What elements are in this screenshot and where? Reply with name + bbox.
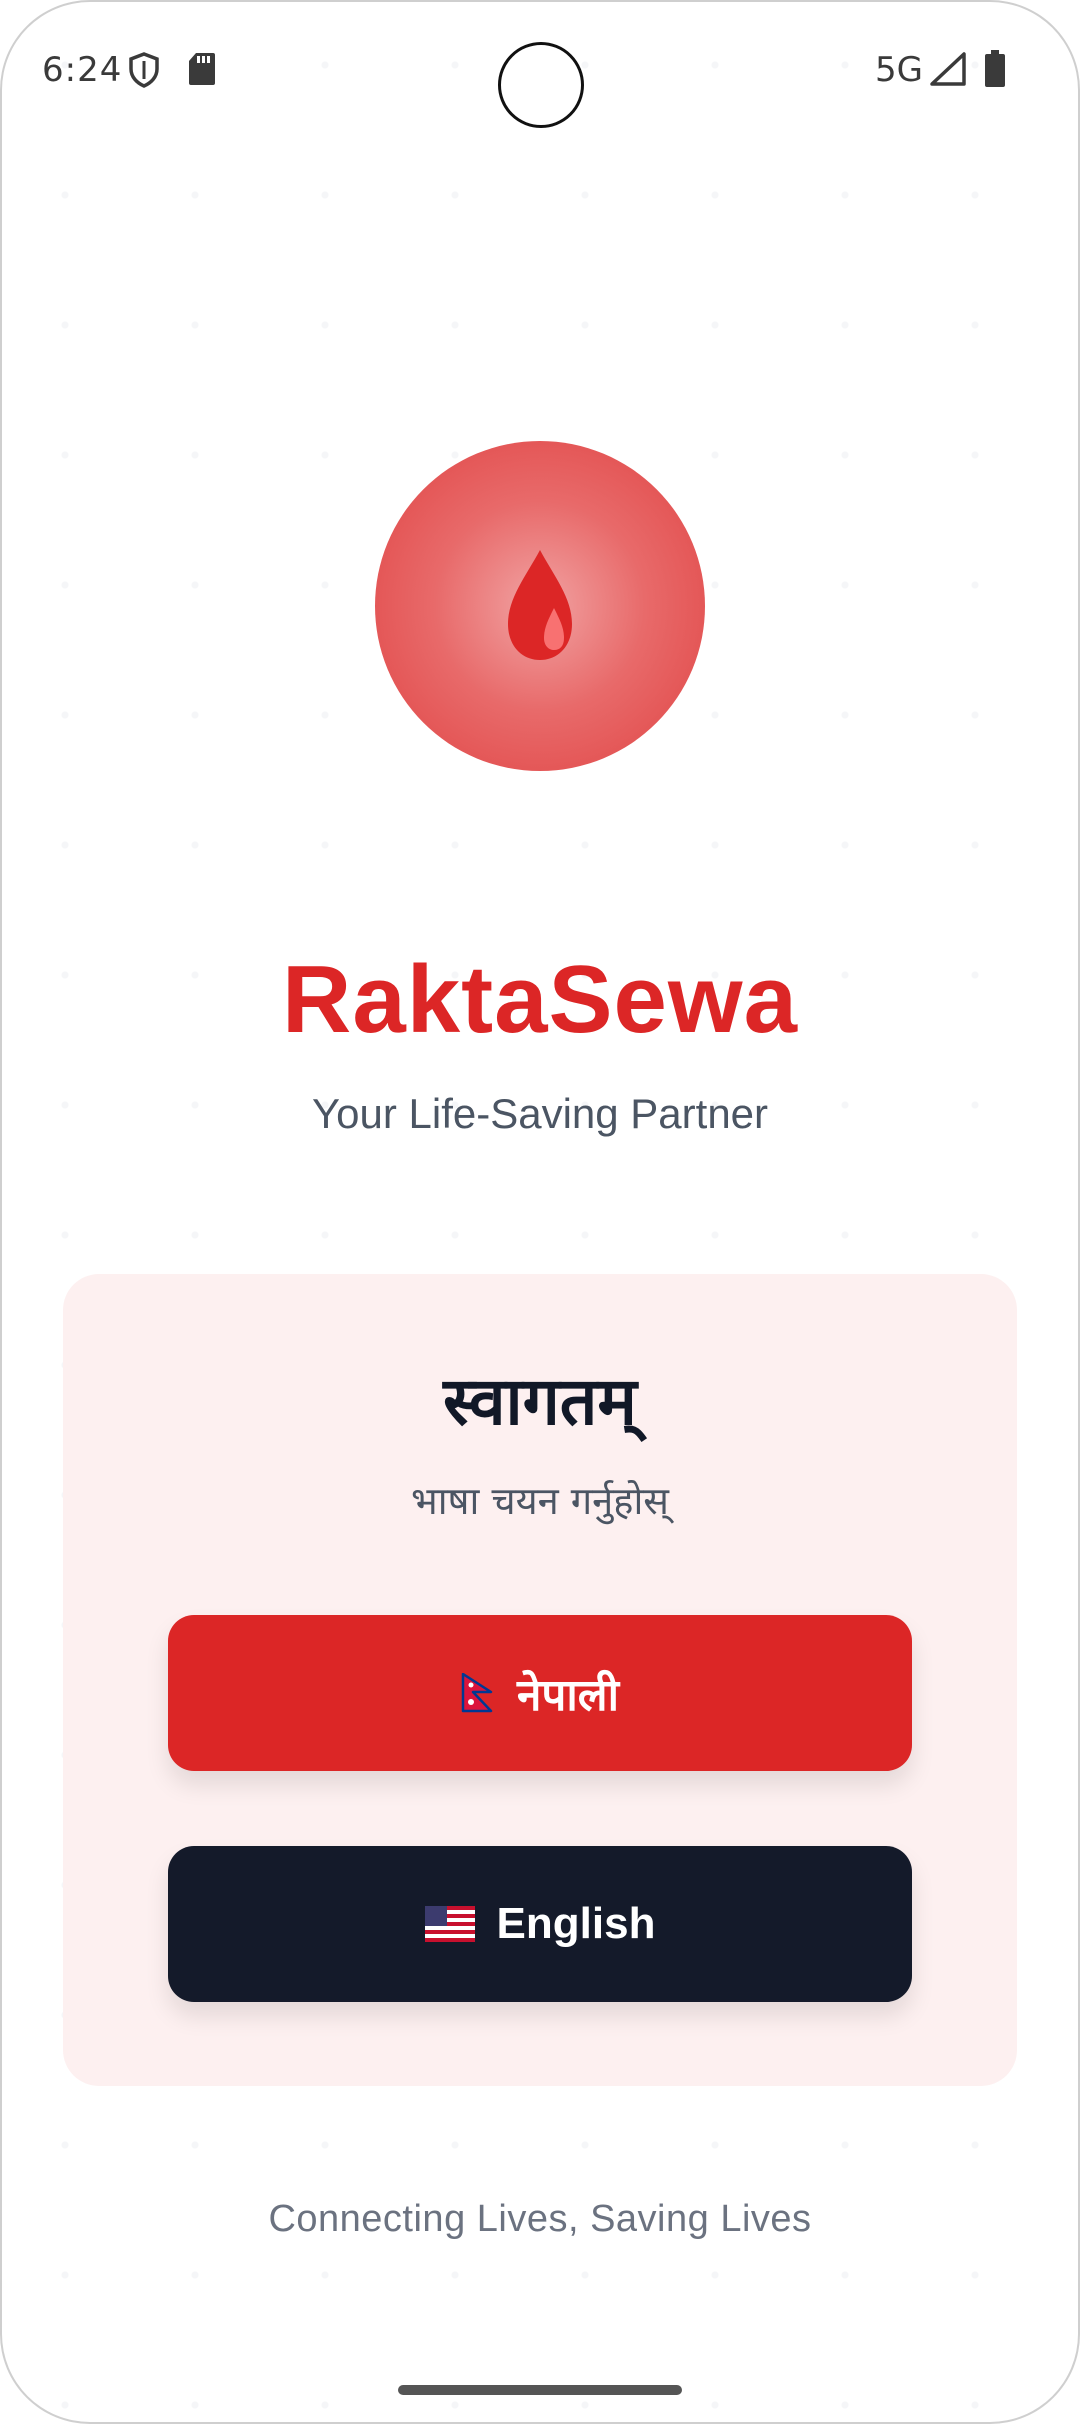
- nepal-flag-icon: [461, 1673, 495, 1713]
- app-screen: 6:24 5G RaktaSewa Your Life-Saving Partn…: [0, 0, 1080, 2424]
- select-language-prompt: भाषा चयन गर्नुहोस्: [411, 1479, 669, 1523]
- app-title: RaktaSewa: [282, 946, 798, 1053]
- sd-card-icon: [188, 52, 216, 95]
- us-flag-icon: [424, 1906, 475, 1942]
- status-time: 6:24: [42, 50, 123, 90]
- battery-icon: [984, 50, 1006, 97]
- shield-icon: [128, 52, 160, 97]
- footer-text: Connecting Lives, Saving Lives: [268, 2198, 812, 2240]
- signal-icon: [930, 52, 966, 95]
- english-language-button[interactable]: English: [168, 1846, 912, 2002]
- home-indicator[interactable]: [398, 2385, 682, 2395]
- blood-drop-icon: [508, 550, 572, 660]
- language-card: स्वागतम् भाषा चयन गर्नुहोस् नेपाली Engli…: [63, 1274, 1017, 2086]
- nepali-button-label: नेपाली: [516, 1671, 620, 1720]
- english-button-label: English: [496, 1899, 656, 1948]
- app-logo: [375, 441, 705, 771]
- app-tagline: Your Life-Saving Partner: [311, 1090, 769, 1137]
- front-camera: [498, 42, 584, 128]
- nepali-language-button[interactable]: नेपाली: [168, 1615, 912, 1771]
- welcome-heading: स्वागतम्: [443, 1363, 637, 1440]
- network-type: 5G: [875, 50, 923, 90]
